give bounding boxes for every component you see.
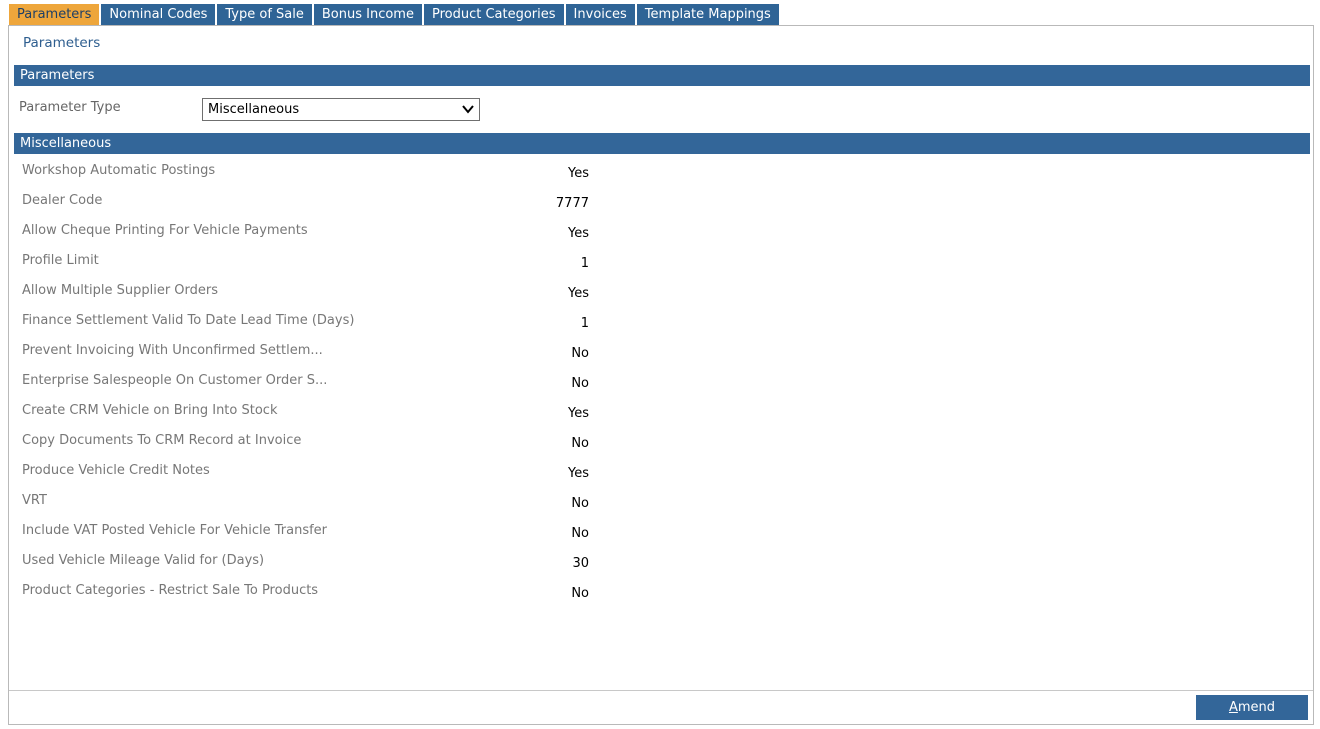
row-label: VRT xyxy=(22,493,47,508)
chevron-down-icon xyxy=(462,105,474,114)
list-item: Copy Documents To CRM Record at Invoice … xyxy=(9,433,1313,463)
list-item: Profile Limit 1 xyxy=(9,253,1313,283)
amend-hotkey: A xyxy=(1228,700,1238,715)
list-item: Workshop Automatic Postings Yes xyxy=(9,163,1313,193)
footer-divider xyxy=(9,690,1313,691)
row-value: No xyxy=(571,346,589,361)
row-label: Enterprise Salespeople On Customer Order… xyxy=(22,373,328,388)
row-label: Dealer Code xyxy=(22,193,103,208)
tab-bonus-income[interactable]: Bonus Income xyxy=(313,4,422,26)
row-value: 7777 xyxy=(555,196,589,211)
row-value: No xyxy=(571,586,589,601)
tab-parameters[interactable]: Parameters xyxy=(9,4,100,26)
row-label: Produce Vehicle Credit Notes xyxy=(22,463,210,478)
row-value: Yes xyxy=(568,226,589,241)
row-label: Create CRM Vehicle on Bring Into Stock xyxy=(22,403,278,418)
list-item: Finance Settlement Valid To Date Lead Ti… xyxy=(9,313,1313,343)
list-item: Prevent Invoicing With Unconfirmed Settl… xyxy=(9,343,1313,373)
row-label: Prevent Invoicing With Unconfirmed Settl… xyxy=(22,343,323,358)
row-value: 1 xyxy=(580,256,589,271)
row-value: Yes xyxy=(568,286,589,301)
row-value: No xyxy=(571,526,589,541)
row-label: Used Vehicle Mileage Valid for (Days) xyxy=(22,553,265,568)
row-value: 1 xyxy=(580,316,589,331)
row-label: Include VAT Posted Vehicle For Vehicle T… xyxy=(22,523,328,538)
list-item: Include VAT Posted Vehicle For Vehicle T… xyxy=(9,523,1313,553)
row-value: No xyxy=(571,496,589,511)
list-item: Enterprise Salespeople On Customer Order… xyxy=(9,373,1313,403)
row-label: Allow Cheque Printing For Vehicle Paymen… xyxy=(22,223,308,238)
tab-product-categories[interactable]: Product Categories xyxy=(423,4,564,26)
tab-strip: Parameters Nominal Codes Type of Sale Bo… xyxy=(9,4,781,26)
row-value: No xyxy=(571,436,589,451)
parameter-type-value: Miscellaneous xyxy=(208,102,300,117)
row-value: 30 xyxy=(572,556,589,571)
tab-nominal-codes[interactable]: Nominal Codes xyxy=(101,4,216,26)
list-item: Allow Cheque Printing For Vehicle Paymen… xyxy=(9,223,1313,253)
amend-button[interactable]: Amend xyxy=(1196,695,1308,720)
row-label: Profile Limit xyxy=(22,253,99,268)
row-value: Yes xyxy=(568,166,589,181)
tab-invoices[interactable]: Invoices xyxy=(565,4,635,26)
amend-label: mend xyxy=(1237,700,1276,715)
list-item: Create CRM Vehicle on Bring Into Stock Y… xyxy=(9,403,1313,433)
list-item: Product Categories - Restrict Sale To Pr… xyxy=(9,583,1313,613)
row-label: Copy Documents To CRM Record at Invoice xyxy=(22,433,302,448)
tab-template-mappings[interactable]: Template Mappings xyxy=(636,4,779,26)
row-label: Product Categories - Restrict Sale To Pr… xyxy=(22,583,319,598)
miscellaneous-section-header: Miscellaneous xyxy=(14,133,1310,154)
list-item: VRT No xyxy=(9,493,1313,523)
tab-type-of-sale[interactable]: Type of Sale xyxy=(217,4,312,26)
content-panel: Parameters Parameters Parameter Type Mis… xyxy=(8,25,1314,725)
page-title: Parameters xyxy=(23,35,101,51)
list-item: Produce Vehicle Credit Notes Yes xyxy=(9,463,1313,493)
list-item: Allow Multiple Supplier Orders Yes xyxy=(9,283,1313,313)
row-label: Finance Settlement Valid To Date Lead Ti… xyxy=(22,313,355,328)
row-label: Workshop Automatic Postings xyxy=(22,163,216,178)
list-item: Dealer Code 7777 xyxy=(9,193,1313,223)
row-value: Yes xyxy=(568,406,589,421)
row-label: Allow Multiple Supplier Orders xyxy=(22,283,219,298)
parameter-type-select[interactable]: Miscellaneous xyxy=(202,98,480,121)
row-value: No xyxy=(571,376,589,391)
row-value: Yes xyxy=(568,466,589,481)
list-item: Used Vehicle Mileage Valid for (Days) 30 xyxy=(9,553,1313,583)
parameter-type-label: Parameter Type xyxy=(19,100,121,115)
parameters-section-header: Parameters xyxy=(14,65,1310,86)
